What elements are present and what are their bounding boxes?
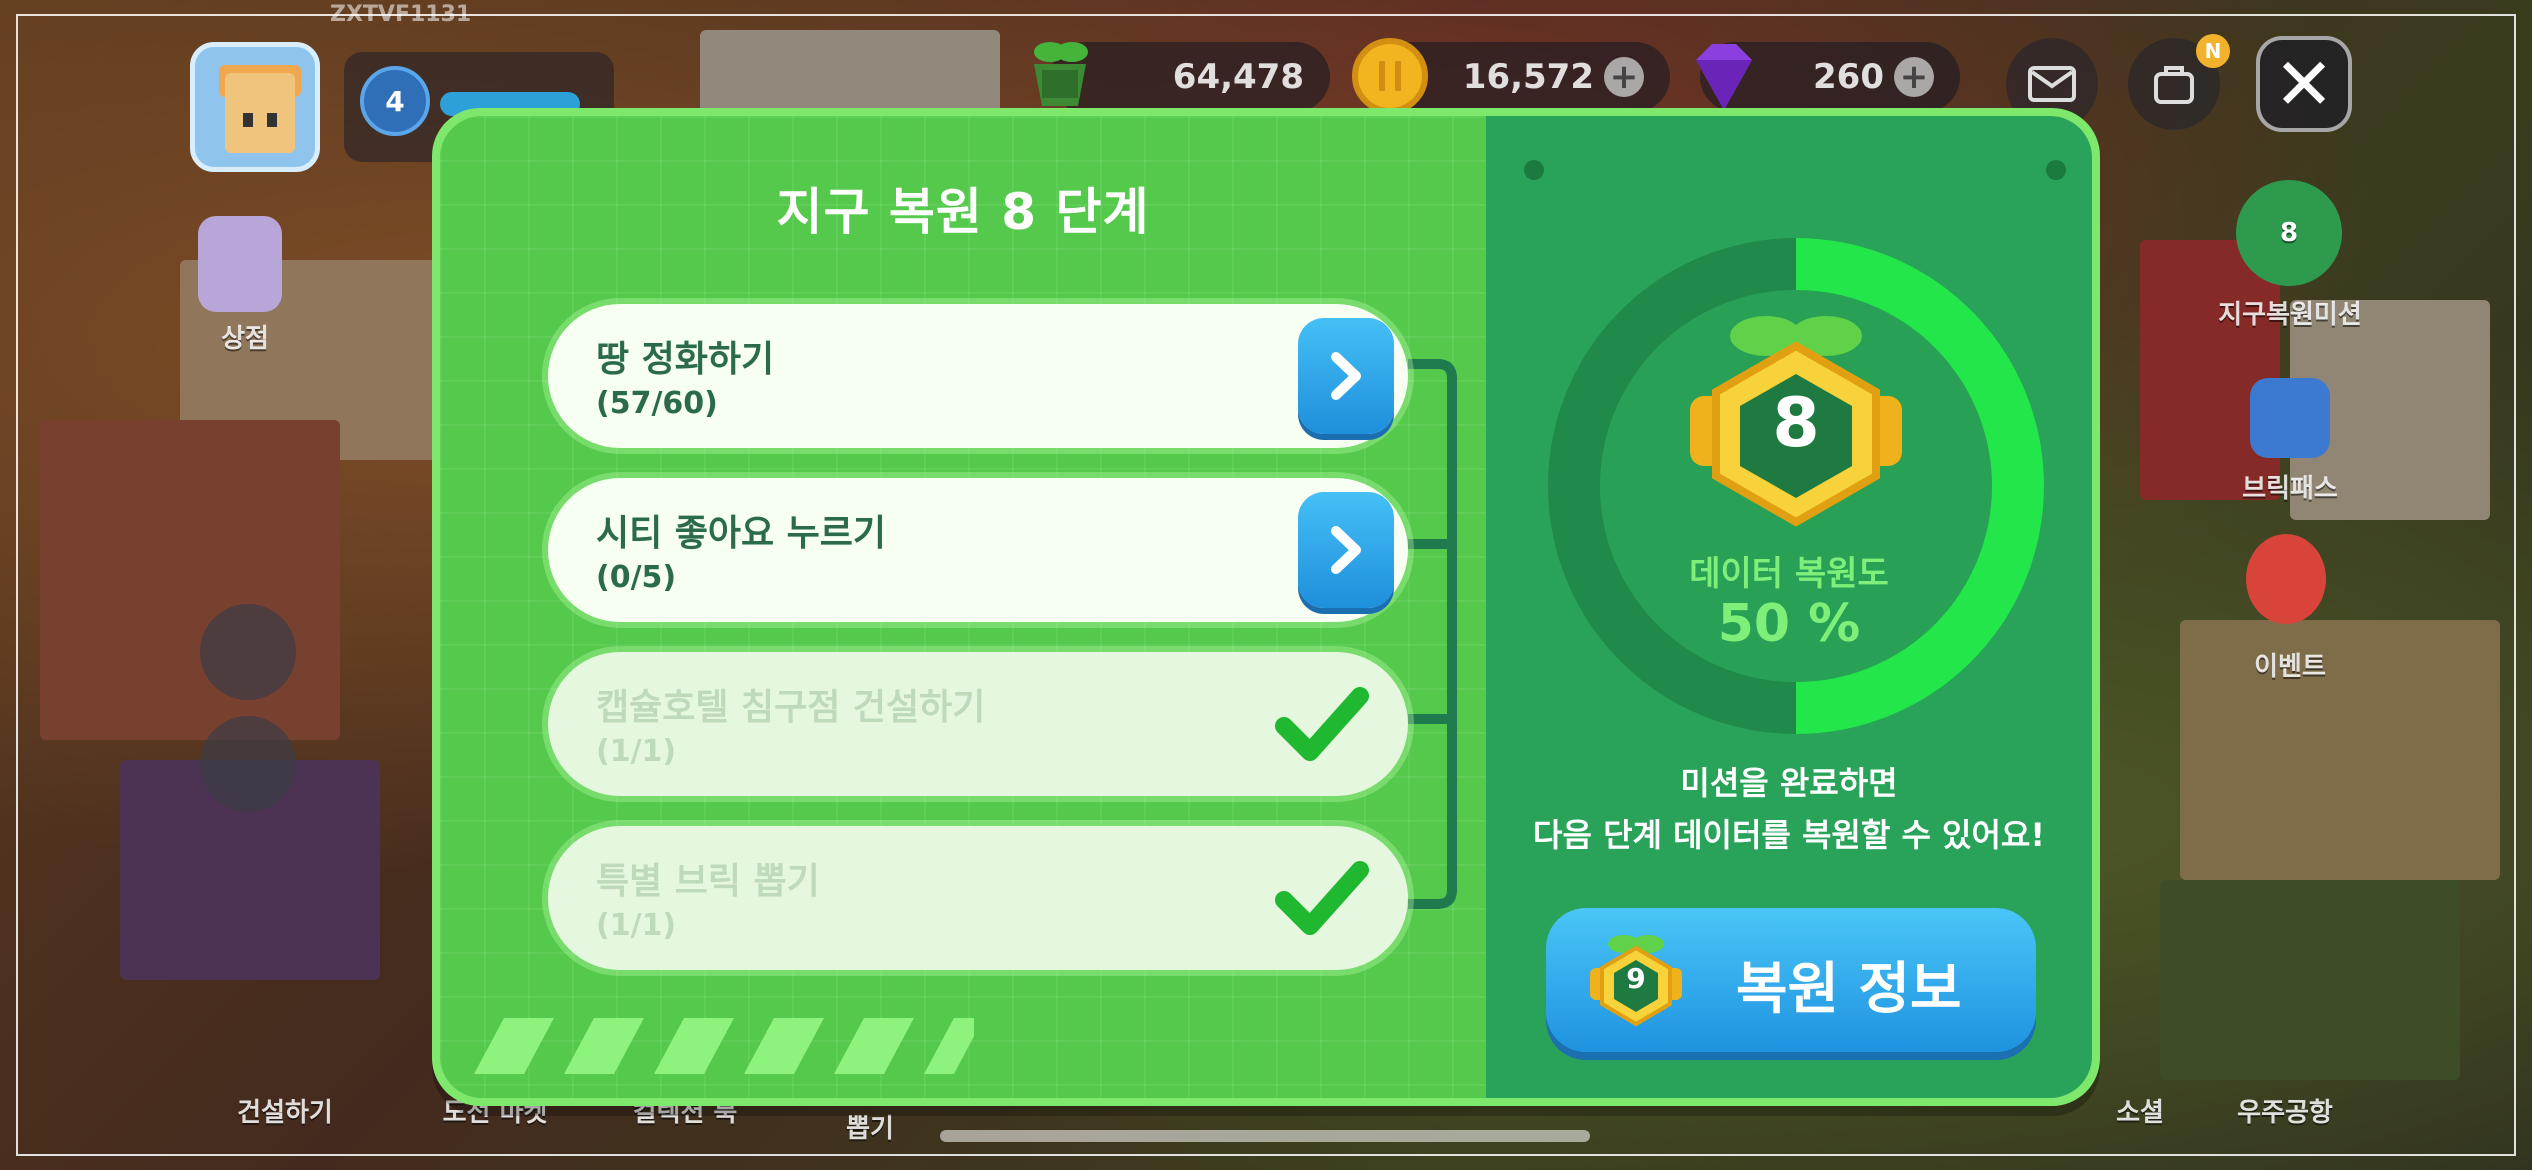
mission-progress: (57/60) bbox=[596, 386, 718, 421]
shop-icon[interactable] bbox=[198, 216, 282, 312]
description-line-1: 미션을 완료하면 bbox=[1680, 764, 1898, 802]
spaceport-label[interactable]: 우주공항 bbox=[2210, 1092, 2360, 1129]
mail-icon bbox=[2028, 66, 2076, 102]
mission-name: 시티 좋아요 누르기 bbox=[596, 513, 887, 554]
earth-mission-label: 지구복원미션 bbox=[2218, 300, 2362, 330]
decorative-stripes bbox=[474, 1018, 974, 1074]
go-button[interactable] bbox=[1298, 492, 1394, 608]
go-button[interactable] bbox=[1298, 318, 1394, 434]
close-button[interactable]: ✕ bbox=[2256, 36, 2352, 132]
add-coin-button[interactable]: + bbox=[1604, 57, 1644, 97]
restoration-status-panel: 8 데이터 복원도 50 % 미션을 완료하면 다음 단계 데이터를 복원할 수… bbox=[1486, 116, 2092, 1098]
mission-progress: (1/1) bbox=[596, 734, 677, 769]
mission-list-panel: 지구 복원 8 단계 땅 정화하기 (57/60) 시티 좋아요 누르기 (0/… bbox=[440, 116, 1486, 1098]
mission-item-completed: 캡슐호텔 침구점 건설하기 (1/1) bbox=[548, 652, 1408, 796]
home-indicator[interactable] bbox=[940, 1130, 1590, 1142]
brick-pass-icon[interactable] bbox=[2250, 378, 2330, 458]
mission-progress: (1/1) bbox=[596, 908, 677, 943]
brick-pass-label: 브릭패스 bbox=[2242, 474, 2338, 504]
mission-name: 땅 정화하기 bbox=[596, 339, 775, 380]
shop-label: 상점 bbox=[221, 324, 269, 354]
road-button[interactable] bbox=[200, 716, 296, 812]
mission-name: 특별 브릭 뽑기 bbox=[596, 861, 820, 902]
mission-name: 캡슐호텔 침구점 건설하기 bbox=[596, 687, 986, 728]
check-icon bbox=[1275, 687, 1369, 761]
panel-rivet bbox=[2046, 160, 2066, 180]
mission-item-completed: 특별 브릭 뽑기 (1/1) bbox=[548, 826, 1408, 970]
restoration-rate-label: 데이터 복원도 bbox=[1689, 554, 1889, 594]
modal-title: 지구 복원 8 단계 bbox=[776, 183, 1150, 241]
mission-progress: (0/5) bbox=[596, 560, 677, 595]
gem-value: 260 bbox=[1813, 57, 1884, 97]
event-icon[interactable] bbox=[2246, 534, 2326, 624]
panel-rivet bbox=[1524, 160, 1544, 180]
mission-item[interactable]: 시티 좋아요 누르기 (0/5) bbox=[548, 478, 1408, 622]
restoration-modal: 지구 복원 8 단계 땅 정화하기 (57/60) 시티 좋아요 누르기 (0/… bbox=[432, 108, 2100, 1106]
energy-value: 64,478 bbox=[1172, 57, 1304, 97]
footprints-button[interactable] bbox=[200, 604, 296, 700]
bag-icon bbox=[2154, 66, 2194, 104]
event-label: 이벤트 bbox=[2254, 652, 2326, 682]
mission-item[interactable]: 땅 정화하기 (57/60) bbox=[548, 304, 1408, 448]
current-level-number: 8 bbox=[1772, 384, 1820, 463]
user-id-label: ZXTVF1131 bbox=[330, 2, 472, 27]
earth-mission-level: 8 bbox=[2279, 218, 2299, 248]
add-gem-button[interactable]: + bbox=[1894, 57, 1934, 97]
chevron-right-icon bbox=[1331, 526, 1361, 574]
restoration-rate-value: 50 % bbox=[1717, 594, 1861, 654]
coin-value: 16,572 bbox=[1462, 57, 1594, 97]
gem-icon bbox=[1682, 36, 1766, 116]
avatar[interactable] bbox=[190, 42, 320, 172]
notification-badge: N bbox=[2196, 34, 2230, 68]
description-line-2: 다음 단계 데이터를 복원할 수 있어요! bbox=[1533, 816, 2045, 854]
restore-info-button[interactable]: 9 복원 정보 bbox=[1546, 908, 2036, 1052]
restore-badge-level: 9 bbox=[1626, 962, 1646, 995]
chevron-right-icon bbox=[1331, 352, 1361, 400]
level-badge: 4 bbox=[360, 66, 430, 136]
seedling-fruit-icon bbox=[1020, 34, 1100, 114]
coin-icon bbox=[1352, 38, 1428, 114]
restore-info-label: 복원 정보 bbox=[1736, 957, 1962, 1022]
social-label[interactable]: 소셜 bbox=[2090, 1092, 2190, 1129]
check-icon bbox=[1275, 861, 1369, 935]
draw-label[interactable]: 뽑기 bbox=[820, 1108, 920, 1145]
build-label[interactable]: 건설하기 bbox=[210, 1092, 360, 1129]
mission-connector bbox=[1408, 359, 1457, 909]
